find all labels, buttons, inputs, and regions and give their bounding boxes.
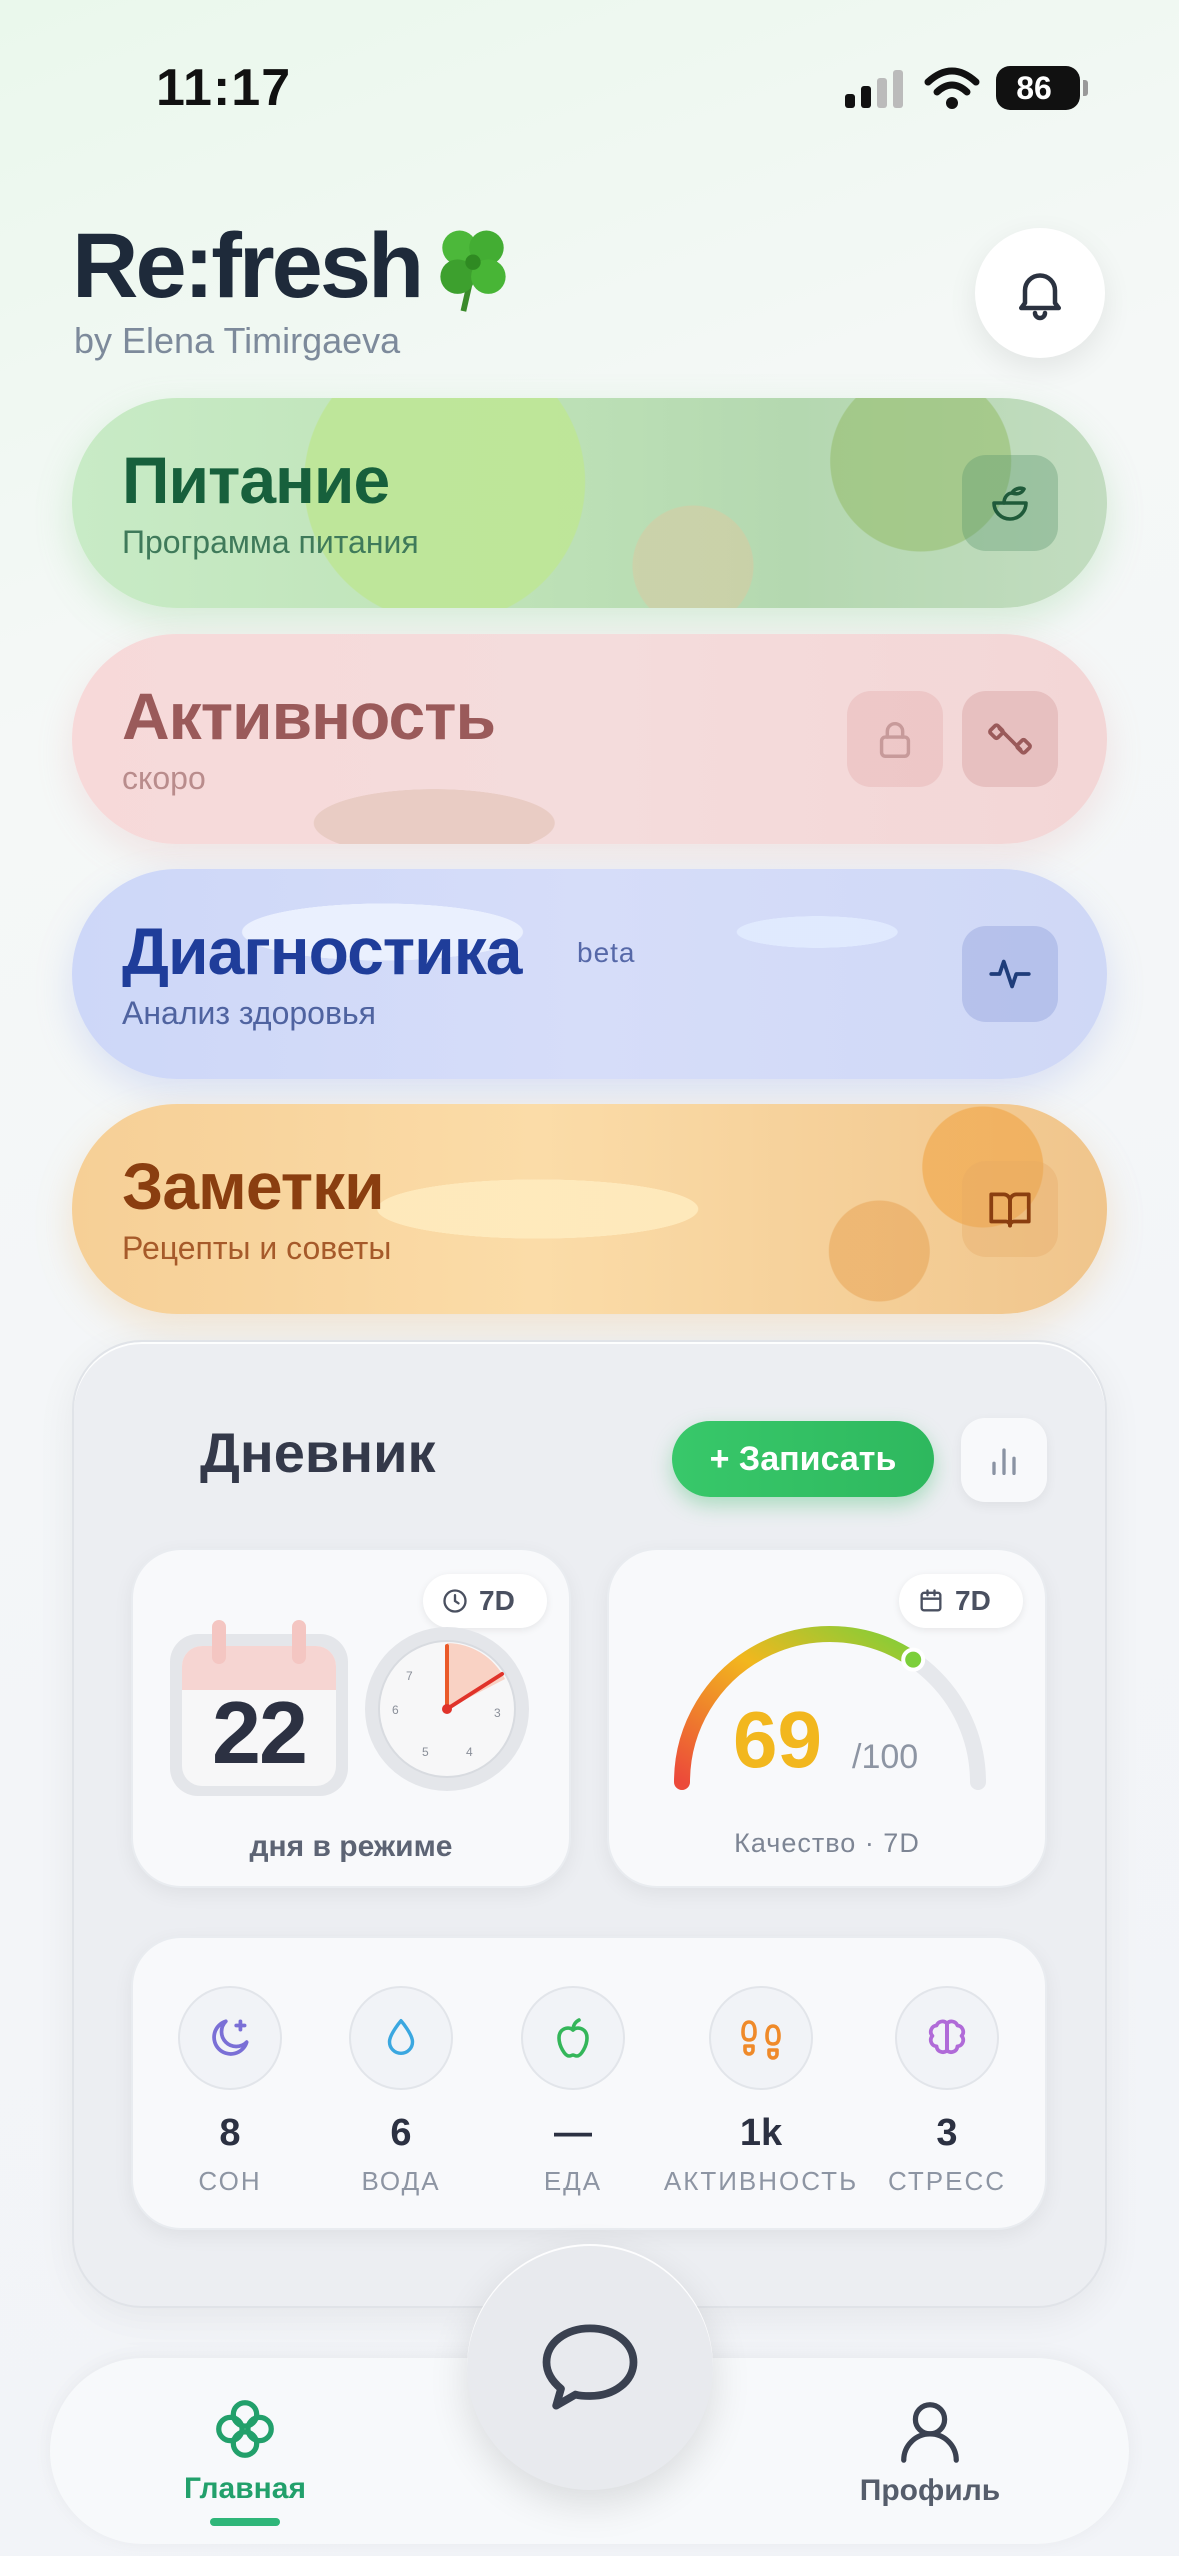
footprints-icon — [741, 2020, 781, 2060]
clover-home-icon — [216, 2400, 274, 2458]
notes-subtitle: Рецепты и советы — [122, 1230, 392, 1266]
brain-icon — [928, 2019, 966, 2054]
nutrition-icon-button[interactable] — [962, 455, 1058, 551]
nutrition-card[interactable]: Питание Программа питания — [72, 398, 1107, 608]
metric-food-label: ЕДА — [543, 2166, 603, 2196]
activity-icon-button[interactable] — [962, 691, 1058, 787]
notes-card[interactable]: Заметки Рецепты и советы — [72, 1104, 1107, 1314]
tab-profile[interactable]: Профиль — [855, 2396, 1005, 2508]
metric-activity-label: АКТИВНОСТЬ — [663, 2166, 859, 2196]
nutrition-subtitle: Программа питания — [122, 524, 419, 560]
metric-stress-circle — [895, 1986, 999, 2090]
quality-gauge-knob — [901, 1647, 926, 1672]
book-icon — [989, 1192, 1031, 1228]
metric-activity-value: 1k — [739, 2112, 783, 2154]
metric-water-value: 6 — [390, 2112, 412, 2154]
diagnostics-title: Диагностика — [122, 914, 522, 988]
metric-stress-value: 3 — [936, 2112, 958, 2154]
metric-food[interactable]: — ЕДА — [478, 1986, 668, 2197]
metric-sleep-value: 8 — [219, 2112, 241, 2154]
clock-face-icon: 7 6 5 4 3 — [365, 1627, 529, 1791]
lock-icon — [879, 722, 911, 758]
notes-icon-button[interactable] — [962, 1161, 1058, 1257]
metric-water-circle — [349, 1986, 453, 2090]
metric-food-value: — — [554, 2112, 592, 2154]
metric-stress-label: СТРЕСС — [887, 2166, 1007, 2196]
tab-profile-label: Профиль — [859, 2474, 1001, 2507]
chat-bubble-icon — [542, 2324, 638, 2410]
pulse-icon — [989, 959, 1031, 989]
apple-icon — [557, 2018, 589, 2058]
user-icon — [901, 2402, 959, 2463]
bell-icon — [1019, 273, 1061, 321]
quality-score-max: /100 — [852, 1738, 919, 1776]
app-title: Re:fresh — [72, 214, 521, 319]
metric-activity-circle — [709, 1986, 813, 2090]
metric-sleep[interactable]: 8 СОН — [135, 1986, 325, 2197]
streak-label: дня в режиме — [249, 1830, 453, 1863]
streak-period-pill[interactable]: 7D — [423, 1574, 547, 1628]
status-time: 11:17 — [156, 59, 292, 117]
metric-activity[interactable]: 1k АКТИВНОСТЬ — [663, 1986, 859, 2197]
svg-text:4: 4 — [466, 1745, 473, 1759]
svg-text:5: 5 — [422, 1745, 429, 1759]
diagnostics-icon-button[interactable] — [962, 926, 1058, 1022]
app-subtitle: by Elena Timirgaeva — [74, 320, 401, 361]
svg-text:6: 6 — [392, 1703, 399, 1717]
metric-water-label: ВОДА — [361, 2166, 441, 2196]
salad-bowl-icon — [992, 486, 1028, 521]
chat-button[interactable] — [467, 2244, 713, 2490]
notes-title: Заметки — [122, 1149, 385, 1223]
quality-label: Качество · 7D — [734, 1828, 920, 1858]
tab-active-indicator — [210, 2518, 280, 2526]
activity-title: Активность — [122, 679, 496, 753]
dumbbell-icon — [988, 723, 1032, 755]
app-title-text: Re:fresh — [72, 215, 424, 317]
diagnostics-subtitle: Анализ здоровья — [122, 995, 376, 1031]
water-drop-icon — [387, 2019, 415, 2055]
wifi-icon — [924, 67, 980, 109]
diagnostics-card[interactable]: Диагностика beta Анализ здоровья — [72, 869, 1107, 1079]
clock-icon — [443, 1589, 467, 1613]
notifications-button[interactable] — [975, 228, 1105, 358]
streak-days: 22 — [212, 1683, 308, 1782]
nutrition-title: Питание — [122, 443, 390, 517]
stats-button[interactable] — [961, 1418, 1047, 1502]
activity-subtitle: скоро — [122, 760, 206, 796]
activity-card[interactable]: Активность скоро — [72, 634, 1107, 844]
quality-gauge — [674, 1626, 986, 1790]
metric-sleep-circle — [178, 1986, 282, 2090]
metric-food-circle — [521, 1986, 625, 2090]
quality-score: 69 — [733, 1695, 822, 1784]
diary-title: Дневник — [200, 1421, 436, 1484]
four-leaf-clover-icon — [440, 230, 506, 312]
bar-chart-icon — [992, 1448, 1016, 1475]
moon-icon — [212, 2019, 249, 2056]
metric-water[interactable]: 6 ВОДА — [306, 1986, 496, 2197]
streak-period: 7D — [479, 1585, 515, 1616]
cellular-signal-icon — [845, 70, 903, 108]
metric-stress[interactable]: 3 СТРЕСС — [852, 1986, 1042, 2197]
activity-lock-badge — [847, 691, 943, 787]
beta-badge: beta — [577, 937, 636, 968]
tab-home-label: Главная — [183, 2472, 306, 2505]
tab-home[interactable]: Главная — [170, 2394, 320, 2526]
svg-text:7: 7 — [406, 1669, 413, 1683]
svg-text:3: 3 — [494, 1706, 501, 1720]
metric-sleep-label: СОН — [198, 2166, 262, 2196]
battery-indicator: 86 — [996, 66, 1088, 110]
record-button[interactable]: + Записать — [672, 1421, 934, 1497]
